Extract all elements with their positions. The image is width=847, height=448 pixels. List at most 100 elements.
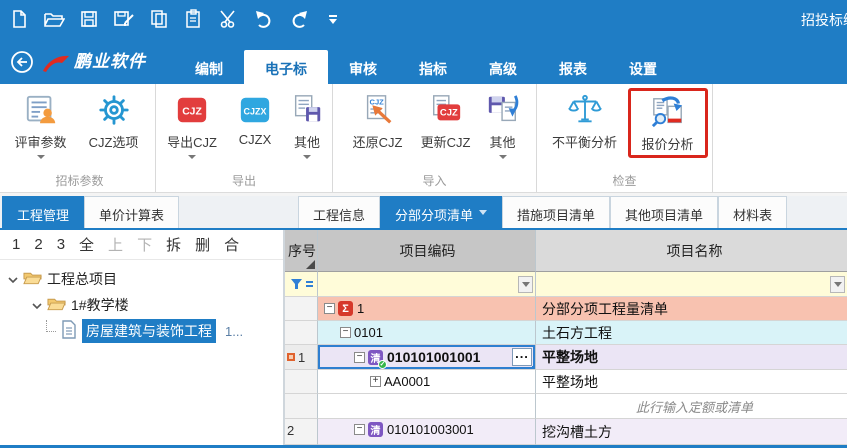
expand-level-2-button[interactable]: 2: [34, 236, 42, 253]
paste-icon[interactable]: [183, 8, 205, 30]
filter-dropdown-icon[interactable]: [830, 276, 845, 293]
left-panel-tabs: 工程管理 单价计算表: [0, 196, 283, 228]
column-header-label: 项目名称: [667, 241, 723, 261]
expand-level-3-button[interactable]: 3: [57, 236, 65, 253]
import-other-button[interactable]: 其他: [480, 89, 526, 159]
row-seq-cell[interactable]: [285, 297, 318, 321]
tab-compile[interactable]: 编制: [174, 50, 244, 84]
row-seq-cell[interactable]: [285, 321, 318, 345]
ellipsis-button[interactable]: [512, 348, 532, 366]
input-hint-text: 此行输入定额或清单: [636, 397, 753, 416]
row-seq-cell[interactable]: 2: [285, 419, 318, 445]
row-code-cell[interactable]: ✓ 010101001001: [318, 345, 536, 370]
row-seq-cell[interactable]: [285, 394, 318, 419]
tab-measure-items[interactable]: 措施项目清单: [502, 196, 610, 228]
tab-indicator[interactable]: 指标: [398, 50, 468, 84]
document-icon: [61, 320, 77, 342]
row-code-cell[interactable]: [318, 394, 536, 419]
merge-button[interactable]: 合: [224, 234, 239, 255]
row-code-cell[interactable]: 010101003001: [318, 419, 536, 445]
collapse-icon[interactable]: [354, 424, 365, 435]
export-other-button[interactable]: 其他: [284, 89, 330, 159]
row-name-cell[interactable]: 平整场地: [536, 370, 847, 394]
tab-e-bid[interactable]: 电子标: [244, 50, 328, 84]
document-cjz-restore-arrow-icon: CJZ: [361, 91, 395, 129]
filter-cell-code[interactable]: [318, 272, 536, 297]
item-name: 土石方工程: [542, 323, 612, 343]
expand-level-1-button[interactable]: 1: [12, 236, 20, 253]
review-params-button[interactable]: 评审参数: [7, 89, 75, 159]
update-cjz-button[interactable]: CJZ 更新CJZ: [412, 89, 480, 151]
column-header-name[interactable]: 项目名称: [536, 230, 847, 272]
sigma-badge-icon: [338, 301, 353, 316]
split-button[interactable]: 拆: [166, 234, 181, 255]
tree-item-label: 工程总项目: [47, 269, 117, 289]
filter-cell-name[interactable]: [536, 272, 847, 297]
move-down-button[interactable]: 下: [137, 234, 152, 255]
open-folder-icon: [47, 296, 66, 315]
cut-icon[interactable]: [218, 8, 240, 30]
row-name-cell[interactable]: 土石方工程: [536, 321, 847, 345]
cjz-options-button[interactable]: CJZ选项: [75, 89, 153, 151]
item-name: 挖沟槽土方: [542, 422, 612, 442]
cjzx-button[interactable]: CJZX CJZX: [226, 89, 284, 147]
redo-icon[interactable]: [288, 8, 310, 30]
ribbon: 评审参数 CJZ选项 招标参数 CJZ 导出CJZ: [0, 84, 847, 193]
new-document-icon[interactable]: [8, 8, 30, 30]
column-header-label: 序号: [288, 241, 316, 261]
back-button[interactable]: [10, 50, 34, 74]
expand-all-button[interactable]: 全: [79, 234, 94, 255]
quote-analysis-button[interactable]: 报价分析: [632, 91, 704, 153]
undo-icon[interactable]: [253, 8, 275, 30]
filter-cell-seq[interactable]: [285, 272, 318, 297]
copy-icon[interactable]: [148, 8, 170, 30]
expand-icon[interactable]: [370, 376, 381, 387]
row-name-cell[interactable]: 挖沟槽土方: [536, 419, 847, 445]
row-code-cell[interactable]: 0101: [318, 321, 536, 345]
table-row: AA0001 平整场地: [285, 370, 847, 394]
group-label: 招标参数: [4, 172, 155, 192]
move-up-button[interactable]: 上: [108, 234, 123, 255]
row-seq-cell[interactable]: [285, 370, 318, 394]
tab-boq[interactable]: 分部分项清单: [380, 196, 502, 228]
save-as-icon[interactable]: [113, 8, 135, 30]
tab-project-info[interactable]: 工程信息: [298, 196, 380, 228]
tab-unit-price-table[interactable]: 单价计算表: [84, 196, 179, 228]
chevron-down-icon[interactable]: [8, 271, 18, 287]
tree-connector: [46, 320, 56, 332]
row-code-cell[interactable]: AA0001: [318, 370, 536, 394]
restore-cjz-button[interactable]: CJZ 还原CJZ: [344, 89, 412, 151]
selection-fill-handle[interactable]: [532, 366, 536, 370]
export-cjz-button[interactable]: CJZ 导出CJZ: [158, 89, 226, 159]
column-header-seq[interactable]: 序号: [285, 230, 318, 272]
tab-report[interactable]: 报表: [538, 50, 608, 84]
collapse-icon[interactable]: [354, 352, 365, 363]
collapse-icon[interactable]: [340, 327, 351, 338]
tab-advanced[interactable]: 高级: [468, 50, 538, 84]
document-cjz-red-badge-icon: CJZ: [429, 91, 463, 129]
tab-project-management[interactable]: 工程管理: [2, 196, 84, 228]
tree-item-housing-decoration[interactable]: 房屋建筑与装饰工程 1...: [0, 318, 283, 344]
row-seq-cell[interactable]: 1: [285, 345, 318, 370]
open-file-icon[interactable]: [43, 8, 65, 30]
tab-settings[interactable]: 设置: [608, 50, 678, 84]
save-icon[interactable]: [78, 8, 100, 30]
tab-review[interactable]: 审核: [328, 50, 398, 84]
delete-button[interactable]: 删: [195, 234, 210, 255]
item-code: AA0001: [384, 374, 430, 389]
row-name-cell[interactable]: 此行输入定额或清单: [536, 394, 847, 419]
unbalance-analysis-button[interactable]: 不平衡分析: [542, 89, 628, 151]
collapse-icon[interactable]: [324, 303, 335, 314]
row-code-cell[interactable]: 1: [318, 297, 536, 321]
chevron-down-icon[interactable]: [32, 297, 42, 313]
tree-item-project-root[interactable]: 工程总项目: [0, 266, 283, 292]
row-name-cell[interactable]: 分部分项工程量清单: [536, 297, 847, 321]
row-name-cell[interactable]: 平整场地: [536, 345, 847, 370]
filter-dropdown-icon[interactable]: [518, 276, 533, 293]
column-header-code[interactable]: 项目编码: [318, 230, 536, 272]
tree-item-building-1[interactable]: 1#教学楼: [0, 292, 283, 318]
toolbar-options-icon[interactable]: [329, 15, 337, 24]
tab-other-items[interactable]: 其他项目清单: [610, 196, 718, 228]
corner-select-icon[interactable]: [306, 260, 315, 269]
tab-materials[interactable]: 材料表: [718, 196, 787, 228]
